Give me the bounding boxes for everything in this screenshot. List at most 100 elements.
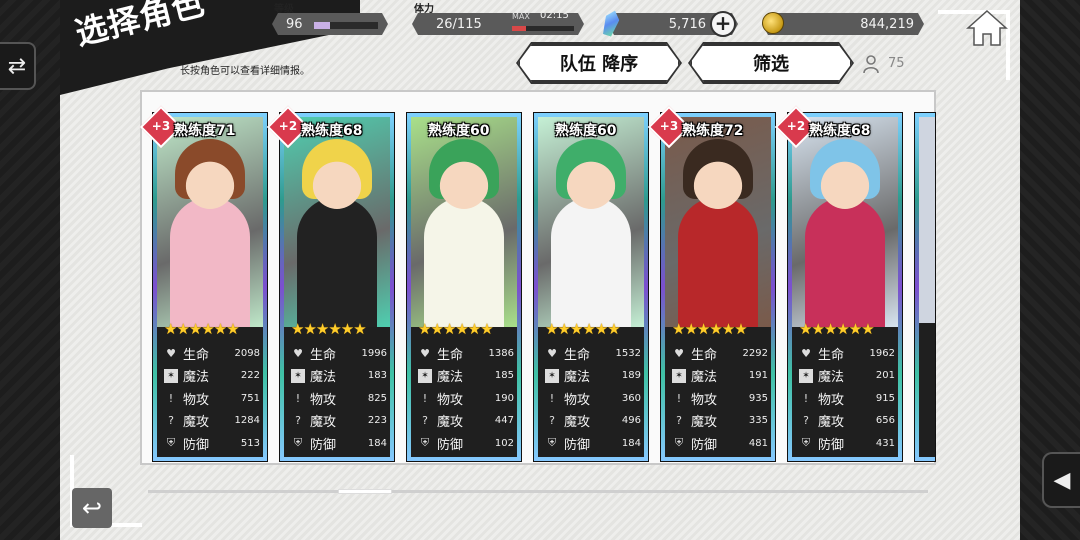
- proficiency-label: 熟练度72: [682, 123, 744, 139]
- stat-label: 防御: [437, 437, 464, 453]
- stat-value: 447: [494, 415, 514, 427]
- shield-icon: ⛨: [293, 436, 303, 450]
- scroll-thumb[interactable]: [338, 489, 392, 494]
- back-button[interactable]: ↩: [72, 488, 112, 528]
- character-portrait: [284, 117, 390, 327]
- stat-value: 184: [367, 437, 387, 449]
- proficiency-label: 熟练度60: [555, 123, 617, 139]
- stat-row: ⛨ 防御 481: [672, 432, 768, 455]
- stat-value: 191: [748, 370, 768, 382]
- stat-row: ✶ 魔法 183: [291, 365, 387, 388]
- question-key-icon: ?: [803, 414, 809, 428]
- shield-icon: ⛨: [801, 436, 811, 450]
- stat-row: ♥ 生命 1386: [418, 342, 514, 365]
- stat-row: ? 魔攻 496: [545, 410, 641, 433]
- stat-value: 201: [875, 370, 895, 382]
- stat-label: 魔法: [183, 370, 210, 386]
- stat-row: ? 魔攻 1284: [164, 410, 260, 433]
- proficiency-label: 熟练度71: [174, 123, 236, 139]
- stat-label: 生命: [310, 347, 337, 363]
- stat-value: 223: [367, 415, 387, 427]
- character-portrait: [538, 117, 644, 327]
- character-card-partial[interactable]: [914, 112, 936, 462]
- stat-row: ✶ 魔法 185: [418, 365, 514, 388]
- filter-button[interactable]: 筛选: [690, 44, 852, 82]
- stat-label: 生命: [564, 347, 591, 363]
- stat-row: ! 物攻 935: [672, 387, 768, 410]
- stat-value: 1532: [615, 347, 641, 359]
- heart-icon: ♥: [547, 346, 557, 360]
- stat-label: 物攻: [818, 392, 845, 408]
- level-label: 等级: [274, 4, 294, 15]
- stat-row: ? 魔攻 656: [799, 410, 895, 433]
- rarity-stars: ★★★★★★: [545, 320, 621, 338]
- proficiency-label: 熟练度68: [809, 123, 871, 139]
- stat-label: 生命: [691, 347, 718, 363]
- stat-value: 102: [494, 437, 514, 449]
- stat-list: ♥ 生命 2292 ✶ 魔法 191! 物攻 935? 魔攻 335 ⛨ 防御 481: [672, 342, 768, 455]
- shield-icon: ⛨: [674, 436, 684, 450]
- character-card[interactable]: +3 熟练度71 ★★★★★★ ♥ 生命 2098 ✶ 魔法 222! 物攻 751? 魔攻 1284 ⛨…: [139, 105, 268, 462]
- level-value: 96: [286, 16, 303, 32]
- stat-list: ♥ 生命 1532 ✶ 魔法 189! 物攻 360? 魔攻 496 ⛨ 防御 184: [545, 342, 641, 455]
- stat-label: 魔攻: [691, 415, 718, 431]
- character-card[interactable]: +3 熟练度72 ★★★★★★ ♥ 生命 2292 ✶ 魔法 191! 物攻 935? 魔攻 335 ⛨ 防…: [647, 105, 776, 462]
- stat-list: ♥ 生命 1996 ✶ 魔法 183! 物攻 825? 魔攻 223 ⛨ 防御 184: [291, 342, 387, 455]
- sword-icon: !: [803, 391, 809, 405]
- stat-list: ♥ 生命 2098 ✶ 魔法 222! 物攻 751? 魔攻 1284 ⛨ 防御 513: [164, 342, 260, 455]
- stat-value: 335: [748, 415, 768, 427]
- magic-star-icon: ✶: [799, 368, 813, 383]
- hint-text: 长按角色可以查看详细情报。: [180, 66, 310, 77]
- character-card[interactable]: 熟练度60 ★★★★★★ ♥ 生命 1532 ✶ 魔法 189! 物攻 360? 魔攻 496 ⛨ 防御 1…: [533, 112, 649, 462]
- stat-label: 魔攻: [183, 415, 210, 431]
- magic-star-icon: ✶: [164, 368, 178, 383]
- home-icon: [966, 9, 1008, 46]
- stat-row: ? 魔攻 335: [672, 410, 768, 433]
- stat-value: 183: [367, 370, 387, 382]
- stat-row: ? 魔攻 223: [291, 410, 387, 433]
- stat-label: 物攻: [437, 392, 464, 408]
- character-count: 75: [888, 56, 905, 71]
- character-card[interactable]: +2 熟练度68 ★★★★★★ ♥ 生命 1996 ✶ 魔法 183! 物攻 825? 魔攻 223 ⛨ 防…: [266, 105, 395, 462]
- sword-icon: !: [168, 391, 174, 405]
- proficiency-label: 熟练度68: [301, 123, 363, 139]
- rarity-stars: ★★★★★★: [291, 320, 367, 338]
- stamina-max-tag: MAX: [512, 12, 530, 21]
- character-card[interactable]: 熟练度60 ★★★★★★ ♥ 生命 1386 ✶ 魔法 185! 物攻 190? 魔攻 447 ⛨ 防御 1…: [406, 112, 522, 462]
- stat-value: 189: [621, 370, 641, 382]
- stat-row: ? 魔攻 447: [418, 410, 514, 433]
- stat-row: ⛨ 防御 184: [291, 432, 387, 455]
- shield-icon: ⛨: [420, 436, 430, 450]
- scroll-track[interactable]: [148, 490, 928, 493]
- next-page-button[interactable]: ◀: [1042, 452, 1080, 508]
- heart-icon: ♥: [293, 346, 303, 360]
- stat-value: 935: [748, 392, 768, 404]
- switch-arrows-icon: ⇄: [7, 53, 27, 79]
- character-card[interactable]: +2 熟练度68 ★★★★★★ ♥ 生命 1962 ✶ 魔法 201! 物攻 915? 魔攻 656 ⛨ 防…: [774, 105, 903, 462]
- stat-label: 防御: [564, 437, 591, 453]
- sword-icon: !: [676, 391, 682, 405]
- switch-mode-button[interactable]: ⇄: [0, 42, 36, 90]
- plus-icon: +: [714, 11, 732, 35]
- heart-icon: ♥: [674, 346, 684, 360]
- stat-row: ! 物攻 190: [418, 387, 514, 410]
- stat-value: 184: [621, 437, 641, 449]
- stat-row: ⛨ 防御 431: [799, 432, 895, 455]
- stat-value: 825: [367, 392, 387, 404]
- stat-label: 防御: [310, 437, 337, 453]
- stat-row: ✶ 魔法 189: [545, 365, 641, 388]
- stat-value: 360: [621, 392, 641, 404]
- stat-list: ♥ 生命 1962 ✶ 魔法 201! 物攻 915? 魔攻 656 ⛨ 防御 431: [799, 342, 895, 455]
- sword-icon: !: [295, 391, 301, 405]
- question-key-icon: ?: [168, 414, 174, 428]
- stat-row: ! 物攻 915: [799, 387, 895, 410]
- stat-row: ⛨ 防御 513: [164, 432, 260, 455]
- buy-gems-button[interactable]: +: [710, 11, 736, 37]
- stat-row: ♥ 生命 1532: [545, 342, 641, 365]
- stat-label: 物攻: [564, 392, 591, 408]
- home-button[interactable]: [964, 8, 1010, 50]
- sort-button[interactable]: 队伍 降序: [518, 44, 680, 82]
- magic-star-icon: ✶: [545, 368, 559, 383]
- stat-row: ♥ 生命 2292: [672, 342, 768, 365]
- shield-icon: ⛨: [166, 436, 176, 450]
